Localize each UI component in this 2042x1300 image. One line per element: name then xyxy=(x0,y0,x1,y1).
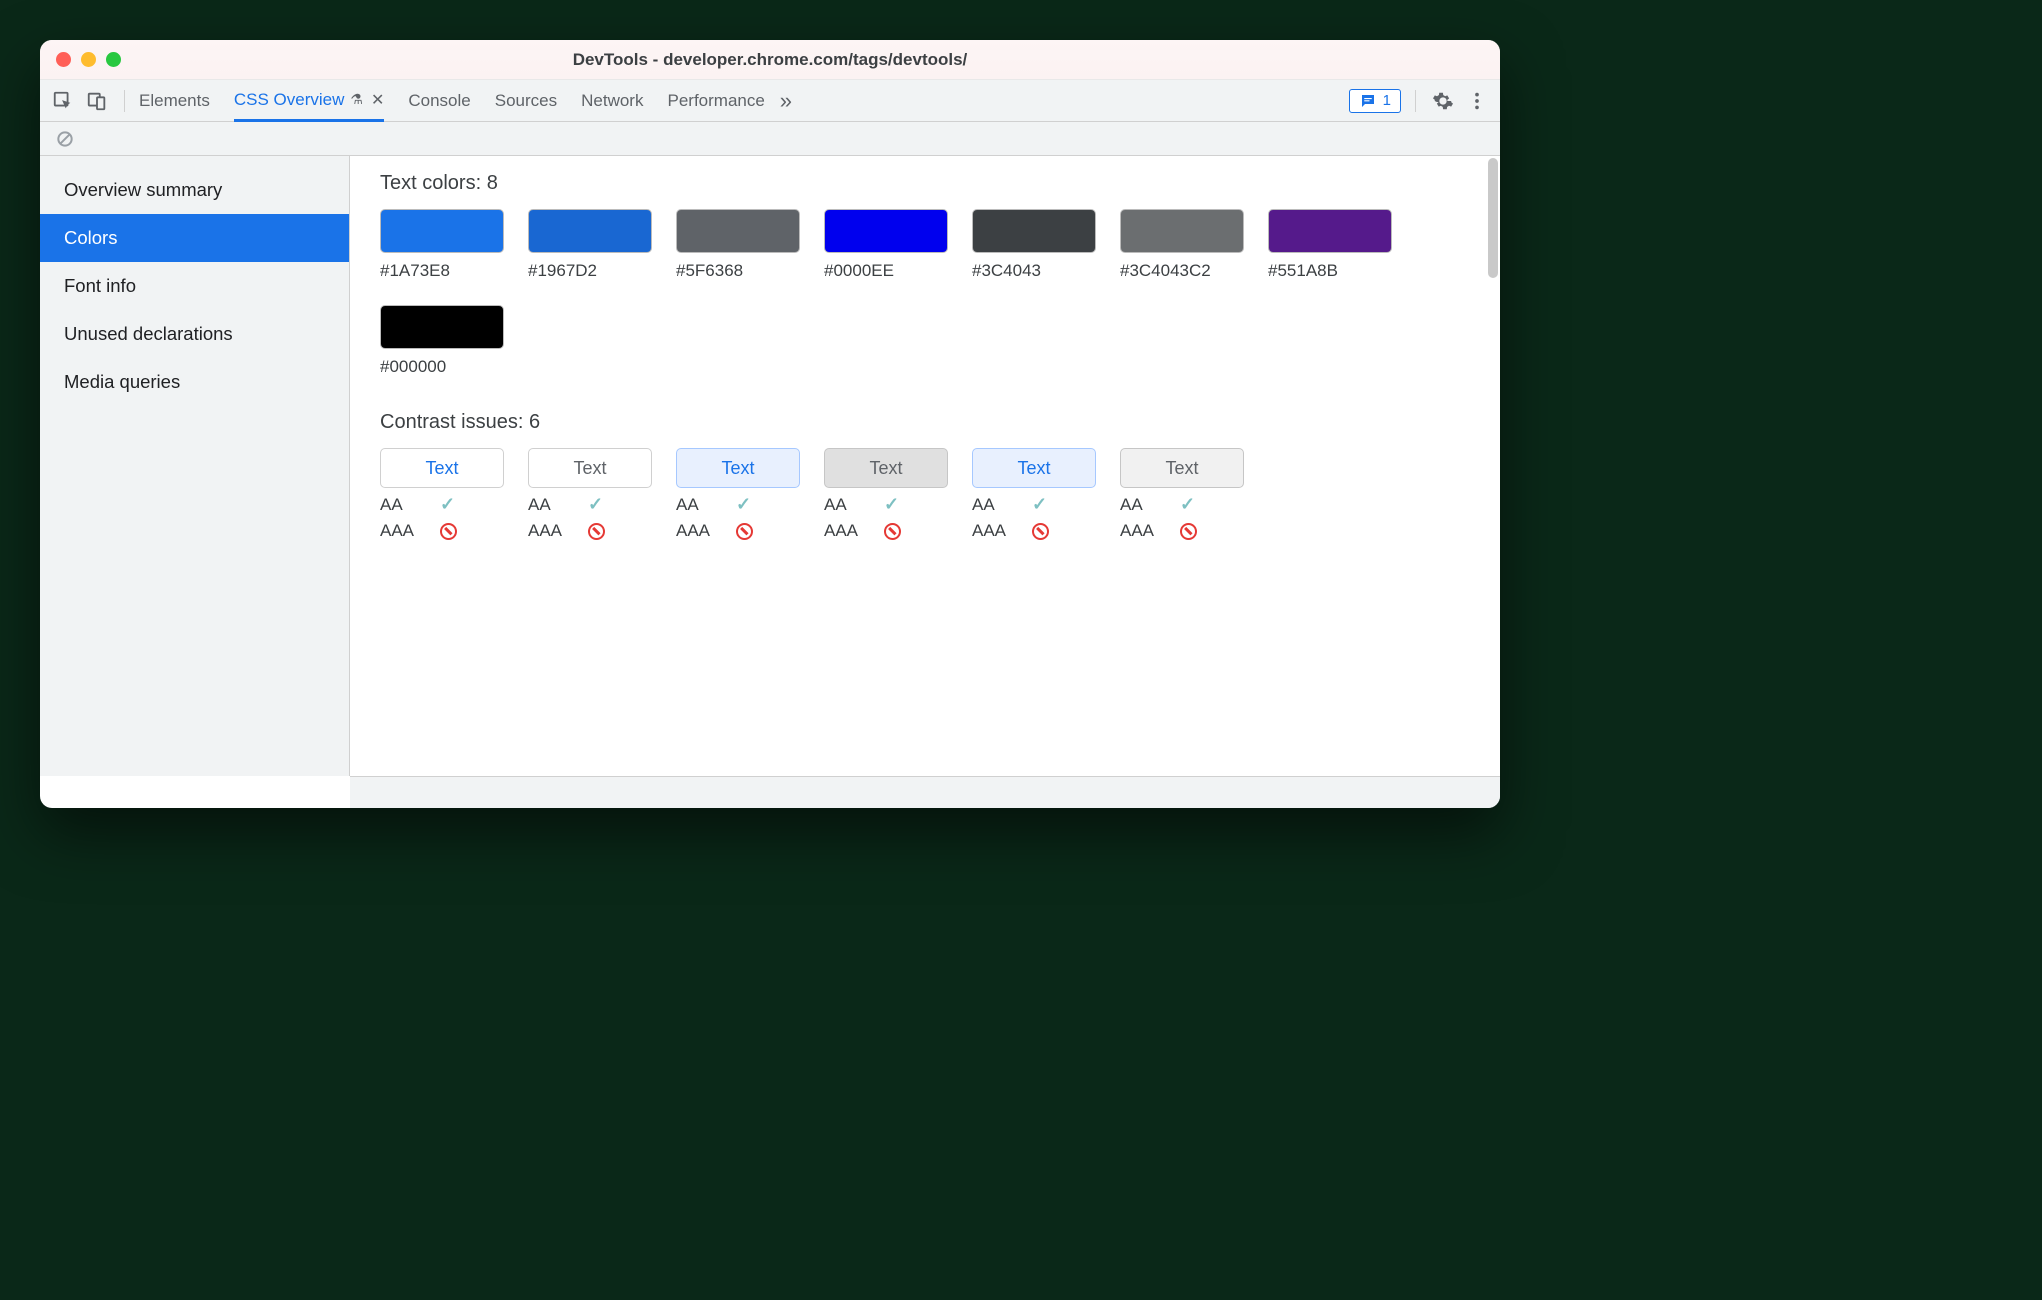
text-colors-heading: Text colors: 8 xyxy=(380,172,1470,195)
contrast-item[interactable]: Text AA ✓ AAA xyxy=(1120,448,1244,541)
tab-console[interactable]: Console xyxy=(408,80,470,121)
color-hex-label: #3C4043 xyxy=(972,261,1096,281)
color-swatch[interactable]: #1A73E8 xyxy=(380,209,504,281)
text-colors-grid: #1A73E8 #1967D2 #5F6368 #0000EE #3C4043 #3C40… xyxy=(380,209,1470,377)
sidebar: Overview summaryColorsFont infoUnused de… xyxy=(40,156,350,776)
window-title: DevTools - developer.chrome.com/tags/dev… xyxy=(40,50,1500,70)
main-panel: Text colors: 8 #1A73E8 #1967D2 #5F6368 #000… xyxy=(350,156,1500,776)
color-hex-label: #000000 xyxy=(380,357,504,377)
fail-icon xyxy=(1180,523,1197,540)
tab-sources[interactable]: Sources xyxy=(495,80,557,121)
color-swatch[interactable]: #5F6368 xyxy=(676,209,800,281)
contrast-item[interactable]: Text AA ✓ AAA xyxy=(676,448,800,541)
contrast-item[interactable]: Text AA ✓ AAA xyxy=(972,448,1096,541)
check-icon: ✓ xyxy=(440,494,455,515)
more-tabs-icon[interactable]: » xyxy=(773,88,799,114)
fail-icon xyxy=(884,523,901,540)
color-hex-label: #5F6368 xyxy=(676,261,800,281)
contrast-sample: Text xyxy=(380,448,504,488)
color-chip xyxy=(380,305,504,349)
aaa-label: AAA xyxy=(824,521,866,541)
devtools-window: DevTools - developer.chrome.com/tags/dev… xyxy=(40,40,1500,808)
color-hex-label: #551A8B xyxy=(1268,261,1392,281)
color-chip xyxy=(380,209,504,253)
close-tab-icon[interactable]: ✕ xyxy=(371,90,384,110)
check-icon: ✓ xyxy=(1180,494,1195,515)
aaa-label: AAA xyxy=(528,521,570,541)
gear-icon[interactable] xyxy=(1430,88,1456,114)
tab-network[interactable]: Network xyxy=(581,80,643,121)
color-chip xyxy=(528,209,652,253)
tab-performance[interactable]: Performance xyxy=(667,80,764,121)
contrast-sample: Text xyxy=(528,448,652,488)
color-swatch[interactable]: #0000EE xyxy=(824,209,948,281)
color-swatch[interactable]: #3C4043C2 xyxy=(1120,209,1244,281)
sidebar-item-media-queries[interactable]: Media queries xyxy=(40,358,349,406)
tabbar: ElementsCSS Overview⚗✕ConsoleSourcesNetw… xyxy=(40,80,1500,122)
fail-icon xyxy=(1032,523,1049,540)
color-hex-label: #1967D2 xyxy=(528,261,652,281)
contrast-sample: Text xyxy=(1120,448,1244,488)
color-swatch[interactable]: #1967D2 xyxy=(528,209,652,281)
contrast-sample: Text xyxy=(824,448,948,488)
scrollbar-thumb[interactable] xyxy=(1488,158,1498,278)
color-hex-label: #1A73E8 xyxy=(380,261,504,281)
contrast-heading: Contrast issues: 6 xyxy=(380,411,1470,434)
messages-chip[interactable]: 1 xyxy=(1349,89,1401,113)
aaa-label: AAA xyxy=(972,521,1014,541)
tab-elements[interactable]: Elements xyxy=(139,80,210,121)
color-hex-label: #0000EE xyxy=(824,261,948,281)
color-chip xyxy=(676,209,800,253)
drawer-bar[interactable] xyxy=(350,776,1500,808)
aa-label: AA xyxy=(824,495,866,515)
aa-label: AA xyxy=(1120,495,1162,515)
check-icon: ✓ xyxy=(1032,494,1047,515)
color-swatch[interactable]: #000000 xyxy=(380,305,504,377)
inspect-icon[interactable] xyxy=(50,88,76,114)
sidebar-item-font-info[interactable]: Font info xyxy=(40,262,349,310)
body: Overview summaryColorsFont infoUnused de… xyxy=(40,156,1500,776)
sidebar-item-colors[interactable]: Colors xyxy=(40,214,349,262)
color-hex-label: #3C4043C2 xyxy=(1120,261,1244,281)
color-chip xyxy=(972,209,1096,253)
flask-icon: ⚗ xyxy=(350,91,363,108)
fail-icon xyxy=(588,523,605,540)
check-icon: ✓ xyxy=(884,494,899,515)
subbar xyxy=(40,122,1500,156)
aa-label: AA xyxy=(676,495,718,515)
separator xyxy=(1415,90,1416,112)
titlebar: DevTools - developer.chrome.com/tags/dev… xyxy=(40,40,1500,80)
color-swatch[interactable]: #551A8B xyxy=(1268,209,1392,281)
color-swatch[interactable]: #3C4043 xyxy=(972,209,1096,281)
contrast-grid: TextAA✓AAATextAA✓AAATextAA✓AAATextAA✓AAA… xyxy=(380,448,1470,541)
check-icon: ✓ xyxy=(588,494,603,515)
contrast-item[interactable]: Text AA ✓ AAA xyxy=(380,448,504,541)
fail-icon xyxy=(736,523,753,540)
contrast-sample: Text xyxy=(676,448,800,488)
kebab-icon[interactable] xyxy=(1464,88,1490,114)
tab-css-overview[interactable]: CSS Overview⚗✕ xyxy=(234,80,385,122)
color-chip xyxy=(1268,209,1392,253)
check-icon: ✓ xyxy=(736,494,751,515)
separator xyxy=(124,90,125,112)
aa-label: AA xyxy=(972,495,1014,515)
aaa-label: AAA xyxy=(1120,521,1162,541)
aaa-label: AAA xyxy=(676,521,718,541)
sidebar-item-unused-declarations[interactable]: Unused declarations xyxy=(40,310,349,358)
contrast-sample: Text xyxy=(972,448,1096,488)
fail-icon xyxy=(440,523,457,540)
color-chip xyxy=(1120,209,1244,253)
aaa-label: AAA xyxy=(380,521,422,541)
color-chip xyxy=(824,209,948,253)
contrast-item[interactable]: Text AA ✓ AAA xyxy=(824,448,948,541)
sidebar-item-overview-summary[interactable]: Overview summary xyxy=(40,166,349,214)
device-toggle-icon[interactable] xyxy=(84,88,110,114)
aa-label: AA xyxy=(528,495,570,515)
messages-count: 1 xyxy=(1383,92,1391,109)
contrast-item[interactable]: Text AA ✓ AAA xyxy=(528,448,652,541)
aa-label: AA xyxy=(380,495,422,515)
clear-icon[interactable] xyxy=(52,126,78,152)
